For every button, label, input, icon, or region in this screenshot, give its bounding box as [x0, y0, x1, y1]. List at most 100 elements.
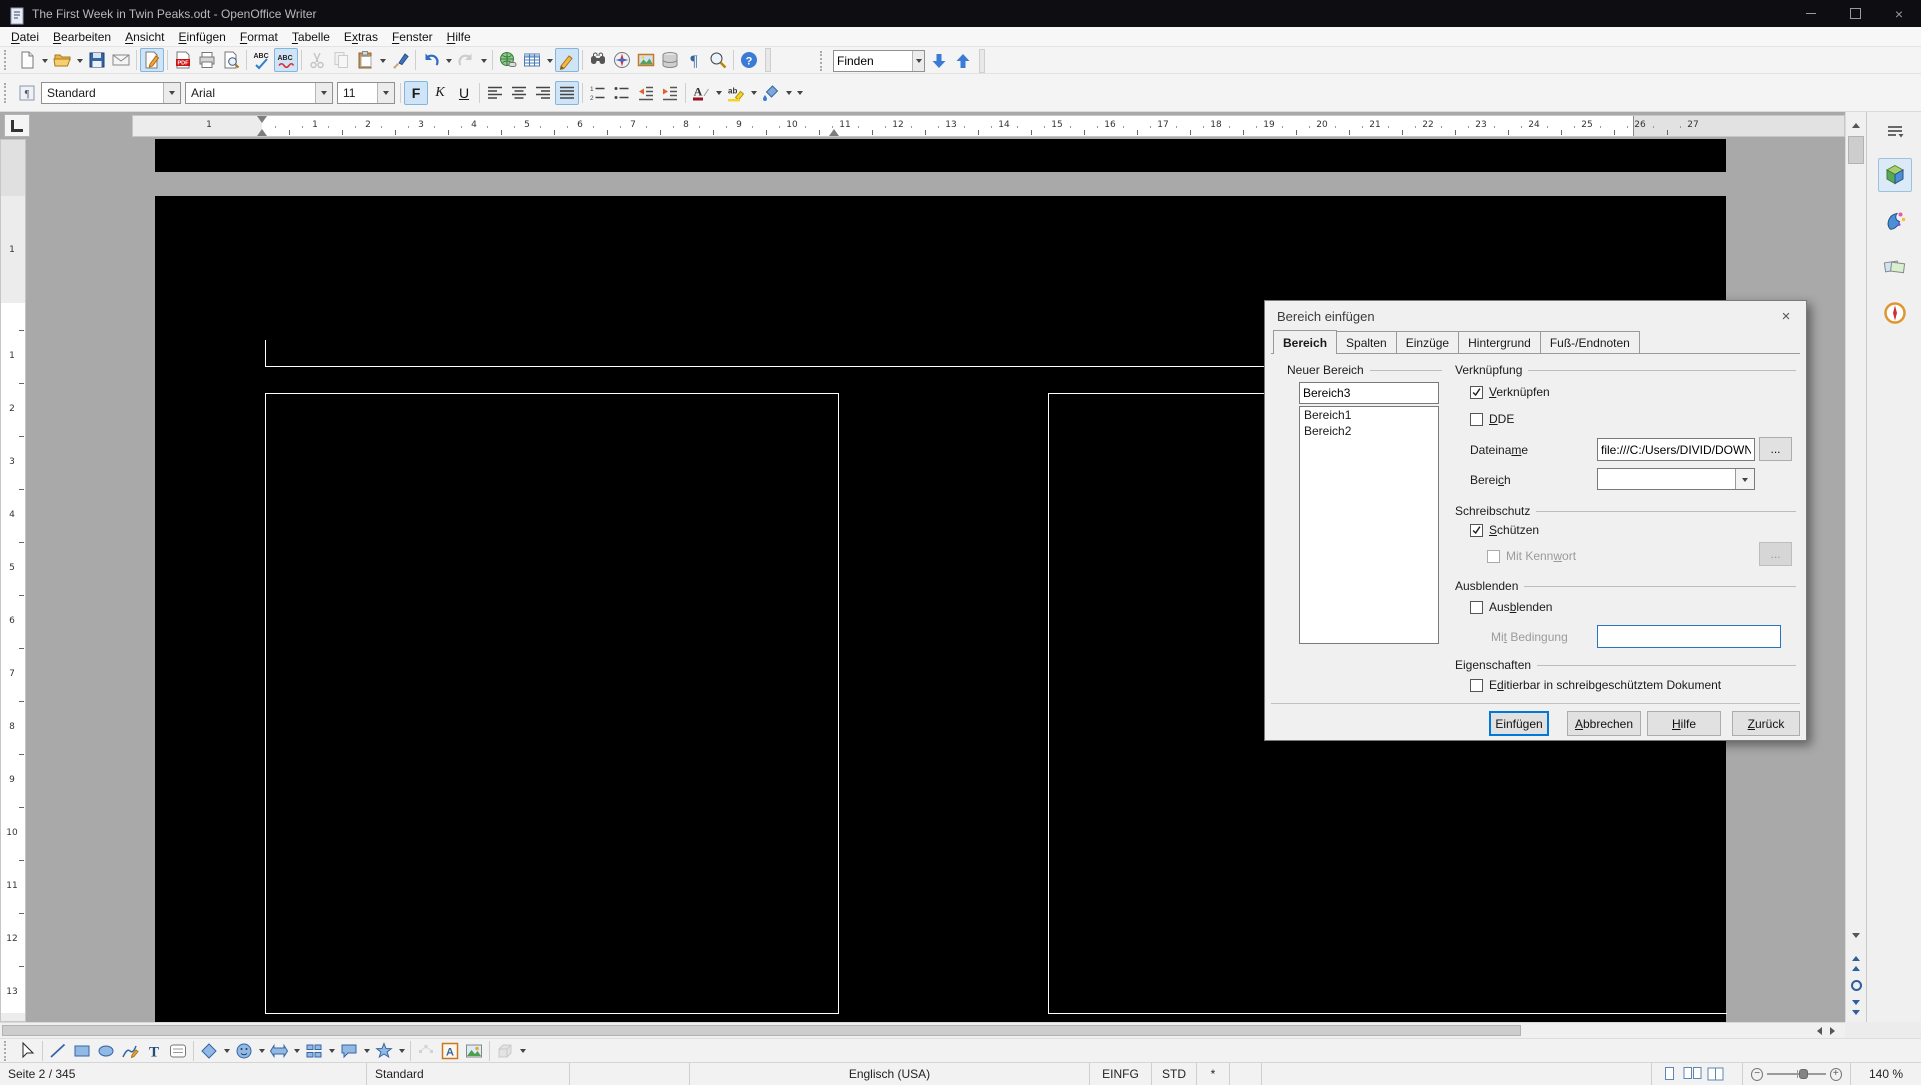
tab-bereich[interactable]: Bereich [1273, 330, 1337, 354]
align-center-button[interactable] [507, 81, 531, 105]
help-button[interactable]: Hilfe [1647, 711, 1721, 736]
find-next-button[interactable] [927, 49, 951, 73]
section-list[interactable]: Bereich1Bereich2 [1299, 406, 1439, 644]
menu-bearbeiten[interactable]: Bearbeiten [46, 28, 118, 46]
left-indent-marker[interactable] [257, 116, 267, 123]
horizontal-scrollbar[interactable] [0, 1022, 1845, 1038]
filename-input[interactable] [1598, 439, 1754, 460]
bold-button[interactable]: F [404, 81, 428, 105]
print-button[interactable] [195, 48, 219, 72]
new-document-dropdown[interactable] [39, 48, 50, 72]
menu-fenster[interactable]: Fenster [385, 28, 440, 46]
sidebar-menu-button[interactable] [1878, 120, 1912, 144]
menu-extras[interactable]: Extras [337, 28, 385, 46]
find-toolbar-grip[interactable] [820, 51, 827, 71]
open-dropdown[interactable] [74, 48, 85, 72]
navigator-panel-button[interactable] [1878, 296, 1912, 330]
section-combo-dropdown[interactable] [1735, 469, 1754, 489]
flowchart-dropdown[interactable] [326, 1039, 337, 1063]
scroll-right-button[interactable] [1826, 1025, 1842, 1037]
section-column-left[interactable] [265, 393, 839, 1014]
protect-checkbox[interactable]: Schützen [1470, 523, 1539, 537]
picture-from-file-button[interactable] [462, 1039, 486, 1063]
highlighting-button[interactable]: ab [724, 81, 748, 105]
cancel-button[interactable]: Abbrechen [1567, 711, 1641, 736]
paste-dropdown[interactable] [377, 48, 388, 72]
undo-dropdown[interactable] [443, 48, 454, 72]
tab-fuendnoten[interactable]: Fuß-/Endnoten [1540, 331, 1640, 354]
menu-ansicht[interactable]: Ansicht [118, 28, 171, 46]
align-justify-button[interactable] [555, 81, 579, 105]
condition-input[interactable] [1598, 626, 1780, 647]
freeform-line-button[interactable] [118, 1039, 142, 1063]
symbol-shapes-button[interactable] [232, 1039, 256, 1063]
undo-button[interactable] [419, 48, 443, 72]
navigator-button[interactable] [610, 48, 634, 72]
zoom-button[interactable] [706, 48, 730, 72]
language-indicator[interactable]: Englisch (USA) [690, 1063, 1090, 1085]
basic-shapes-button[interactable] [197, 1039, 221, 1063]
scroll-up-button[interactable] [1848, 116, 1864, 130]
selection-mode-indicator[interactable]: STD [1152, 1063, 1197, 1085]
menu-einfgen[interactable]: Einfügen [171, 28, 232, 46]
document-modified-indicator[interactable]: * [1197, 1063, 1230, 1085]
dialog-close-button[interactable]: × [1772, 305, 1800, 327]
menu-tabelle[interactable]: Tabelle [285, 28, 337, 46]
redo-dropdown[interactable] [478, 48, 489, 72]
increase-indent-button[interactable] [658, 81, 682, 105]
edit-file-button[interactable] [140, 48, 164, 72]
font-color-dropdown[interactable] [713, 81, 724, 105]
minimize-button[interactable] [1789, 0, 1833, 27]
horizontal-ruler[interactable]: 1123456789101112131415161718192021222324… [132, 115, 1845, 137]
insert-button[interactable]: Einfügen [1489, 711, 1549, 736]
formatting-marks-button[interactable]: ¶ [682, 48, 706, 72]
background-color-dropdown[interactable] [783, 81, 794, 105]
vertical-ruler[interactable]: 112345678910111213 [0, 139, 26, 1022]
maximize-button[interactable] [1833, 0, 1877, 27]
email-document-button[interactable] [109, 48, 133, 72]
tab-spalten[interactable]: Spalten [1336, 331, 1397, 354]
align-right-button[interactable] [531, 81, 555, 105]
italic-button[interactable]: K [428, 81, 452, 105]
find-input[interactable] [834, 52, 912, 70]
export-pdf-button[interactable]: PDF [171, 48, 195, 72]
browse-file-button[interactable]: ... [1759, 437, 1792, 461]
insert-mode-indicator[interactable]: EINFG [1090, 1063, 1152, 1085]
font-name-combo[interactable]: Arial [185, 82, 333, 104]
scroll-left-button[interactable] [1809, 1025, 1825, 1037]
style-dropdown-button[interactable] [163, 83, 180, 103]
zoom-level[interactable]: 140 % [1851, 1063, 1921, 1085]
block-arrows-dropdown[interactable] [291, 1039, 302, 1063]
formatting-toolbar-grip[interactable] [4, 83, 11, 103]
callouts-dropdown[interactable] [361, 1039, 372, 1063]
format-paintbrush-button[interactable] [388, 48, 412, 72]
dde-checkbox[interactable]: DDE [1470, 412, 1514, 426]
password-browse-button[interactable]: ... [1759, 542, 1792, 566]
page-1-bottom[interactable] [155, 139, 1726, 172]
zoom-out-icon[interactable]: − [1751, 1068, 1763, 1081]
find-input-combo[interactable] [833, 50, 925, 72]
toolbar-grip[interactable] [4, 50, 11, 70]
font-size-combo[interactable]: 11 [337, 82, 395, 104]
page-preview-button[interactable] [219, 48, 243, 72]
callouts-button[interactable] [337, 1039, 361, 1063]
menu-hilfe[interactable]: Hilfe [440, 28, 478, 46]
flowchart-button[interactable] [302, 1039, 326, 1063]
toolbar-overflow-button[interactable] [794, 81, 805, 105]
section-name-input[interactable] [1300, 383, 1438, 403]
zoom-in-icon[interactable]: + [1830, 1068, 1842, 1081]
vertical-scrollbar[interactable] [1845, 112, 1866, 1022]
paste-button[interactable] [353, 48, 377, 72]
single-page-view-button[interactable] [1660, 1066, 1679, 1082]
link-checkbox[interactable]: Verknüpfen [1470, 385, 1550, 399]
page-indicator[interactable]: Seite 2 / 345 [0, 1063, 367, 1085]
save-button[interactable] [85, 48, 109, 72]
back-button[interactable]: Zurück [1732, 711, 1800, 736]
help-button[interactable]: ? [737, 48, 761, 72]
tab-stop-selector[interactable] [4, 114, 30, 137]
section-list-item[interactable]: Bereich1 [1300, 407, 1438, 423]
tab-einzge[interactable]: Einzüge [1396, 331, 1459, 354]
hide-checkbox[interactable]: Ausblenden [1470, 600, 1552, 614]
page-style-indicator[interactable]: Standard [367, 1063, 570, 1085]
drawing-toolbar-overflow[interactable] [517, 1039, 528, 1063]
